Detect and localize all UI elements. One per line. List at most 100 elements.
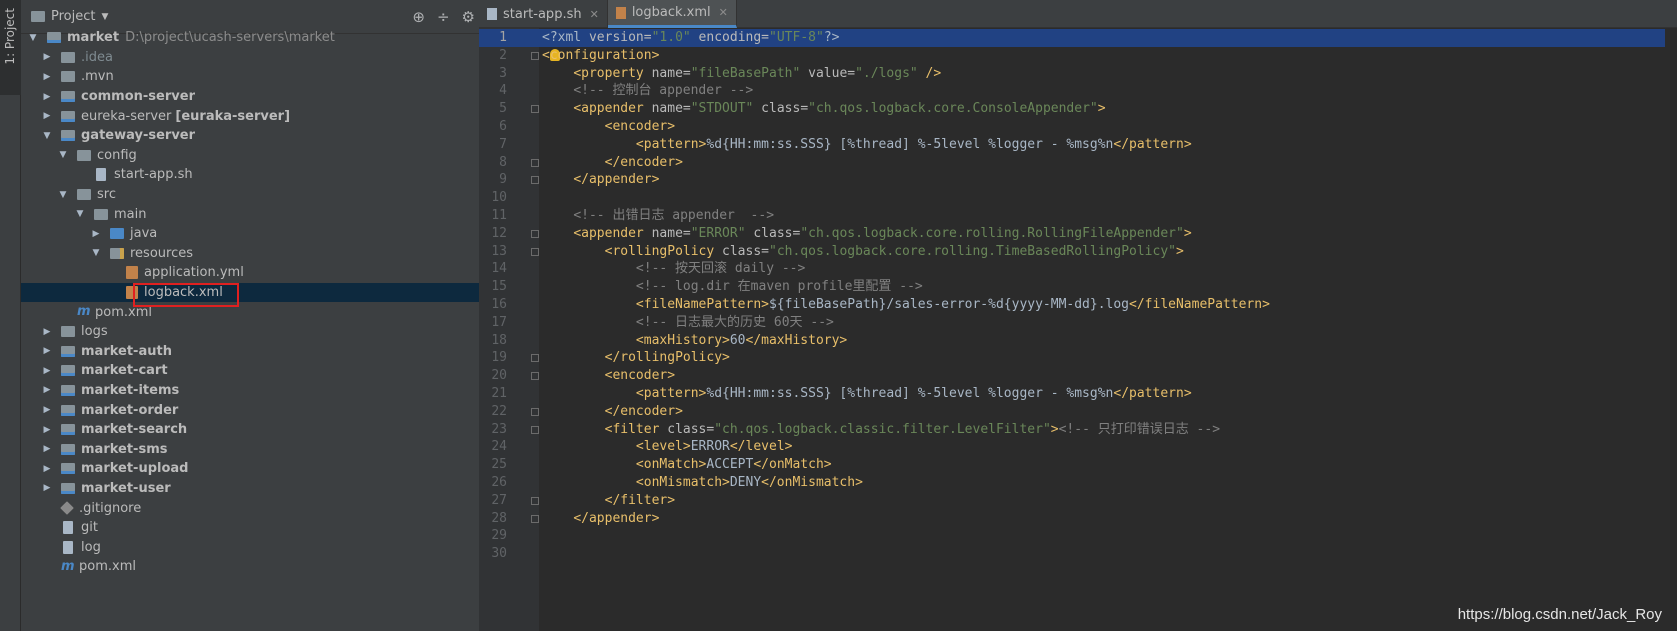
tree-item[interactable]: ▶ market-search (21, 420, 505, 440)
code-line[interactable]: 18 <maxHistory>60</maxHistory> (479, 332, 1677, 350)
collapse-arrow-icon[interactable]: ▶ (41, 483, 53, 493)
code-line[interactable]: 21 <pattern>%d{HH:mm:ss.SSS} [%thread] %… (479, 385, 1677, 403)
code-line[interactable]: 6 <encoder> (479, 118, 1677, 136)
tree-item[interactable]: ▶ market-auth (21, 342, 505, 362)
code-line[interactable]: 14 <!-- 按天回滚 daily --> (479, 260, 1677, 278)
editor-tab[interactable]: logback.xml ✕ (607, 0, 737, 28)
fold-marker-icon[interactable] (531, 176, 539, 185)
fold-marker-icon[interactable] (531, 407, 539, 416)
collapse-arrow-icon[interactable]: ▶ (41, 92, 53, 102)
tree-item[interactable]: log (21, 537, 505, 557)
close-icon[interactable]: ✕ (590, 8, 599, 21)
code-line[interactable]: 23 <filter class="ch.qos.logback.classic… (479, 421, 1677, 439)
project-tool-tab[interactable]: 1: Project (0, 0, 21, 95)
code-line[interactable]: 26 <onMismatch>DENY</onMismatch> (479, 474, 1677, 492)
code-line[interactable]: 30 (479, 545, 1677, 563)
code-line[interactable]: 11 <!-- 出错日志 appender --> (479, 207, 1677, 225)
tree-item[interactable]: ▶ market-user (21, 479, 505, 499)
tree-item[interactable]: .gitignore (21, 498, 505, 518)
collapse-arrow-icon[interactable]: ▶ (41, 444, 53, 454)
collapse-arrow-icon[interactable]: ▶ (41, 327, 53, 337)
fold-marker-icon[interactable] (531, 372, 539, 381)
tree-item[interactable]: ▼ resources (21, 244, 505, 264)
fold-marker-icon[interactable] (531, 229, 539, 238)
code-line[interactable]: 13 <rollingPolicy class="ch.qos.logback.… (479, 243, 1677, 261)
code-line[interactable]: 12 <appender name="ERROR" class="ch.qos.… (479, 225, 1677, 243)
fold-marker-icon[interactable] (531, 247, 539, 256)
collapse-arrow-icon[interactable]: ▶ (90, 229, 102, 239)
collapse-arrow-icon[interactable]: ▶ (41, 346, 53, 356)
project-view-selector[interactable]: Project (51, 9, 95, 24)
locate-icon[interactable]: ⊕ (412, 8, 425, 26)
chevron-down-icon[interactable]: ▼ (101, 12, 108, 22)
tree-item[interactable]: ▼ gateway-server (21, 126, 505, 146)
tree-item[interactable]: ▶ java (21, 224, 505, 244)
collapse-arrow-icon[interactable]: ▶ (41, 72, 53, 82)
editor-scrollbar[interactable] (1665, 28, 1677, 631)
tree-item[interactable]: ▶ eureka-server [euraka-server] (21, 106, 505, 126)
code-line[interactable]: 1 <?xml version="1.0" encoding="UTF-8"?> (479, 29, 1677, 47)
tree-item[interactable]: m pom.xml (21, 302, 505, 322)
fold-marker-icon[interactable] (531, 354, 539, 363)
tree-item[interactable]: ▶ common-server (21, 87, 505, 107)
fold-marker-icon[interactable] (531, 496, 539, 505)
tree-item[interactable]: ▼ main (21, 204, 505, 224)
fold-marker-icon[interactable] (531, 105, 539, 114)
fold-marker-icon[interactable] (531, 514, 539, 523)
tree-item[interactable]: ▶ market-order (21, 400, 505, 420)
code-view[interactable]: 1 <?xml version="1.0" encoding="UTF-8"?> 2… (479, 29, 1677, 563)
collapse-arrow-icon[interactable]: ▶ (41, 405, 53, 415)
editor-tab[interactable]: start-app.sh ✕ (479, 0, 608, 28)
collapse-arrow-icon[interactable]: ▶ (41, 111, 53, 121)
code-line[interactable]: 10 (479, 189, 1677, 207)
code-line[interactable]: 15 <!-- log.dir 在maven profile里配置 --> (479, 278, 1677, 296)
collapse-arrow-icon[interactable]: ▶ (41, 366, 53, 376)
code-line[interactable]: 28 </appender> (479, 510, 1677, 528)
collapse-arrow-icon[interactable]: ▶ (41, 385, 53, 395)
tree-item[interactable]: ▶ market-cart (21, 361, 505, 381)
tree-item[interactable]: git (21, 518, 505, 538)
code-line[interactable]: 27 </filter> (479, 492, 1677, 510)
tree-item[interactable]: m pom.xml (21, 557, 505, 577)
gear-icon[interactable]: ⚙ (462, 8, 475, 26)
code-line[interactable]: 25 <onMatch>ACCEPT</onMatch> (479, 456, 1677, 474)
code-line[interactable]: 7 <pattern>%d{HH:mm:ss.SSS} [%thread] %-… (479, 136, 1677, 154)
code-line[interactable]: 20 <encoder> (479, 367, 1677, 385)
expand-arrow-icon[interactable]: ▼ (74, 209, 86, 219)
code-line[interactable]: 16 <fileNamePattern>${fileBasePath}/sale… (479, 296, 1677, 314)
tree-item[interactable]: ▼ config (21, 146, 505, 166)
code-line[interactable]: 24 <level>ERROR</level> (479, 438, 1677, 456)
tree-item[interactable]: ▶ .idea (21, 48, 505, 68)
expand-arrow-icon[interactable]: ▼ (57, 190, 69, 200)
code-line[interactable]: 5 <appender name="STDOUT" class="ch.qos.… (479, 100, 1677, 118)
close-icon[interactable]: ✕ (719, 6, 728, 19)
collapse-arrow-icon[interactable]: ▶ (41, 464, 53, 474)
tree-item[interactable]: ▶ market-sms (21, 439, 505, 459)
tree-item[interactable]: application.yml (21, 263, 505, 283)
fold-marker-icon[interactable] (531, 51, 539, 60)
code-line[interactable]: 29 (479, 527, 1677, 545)
collapse-arrow-icon[interactable]: ▶ (41, 52, 53, 62)
tree-item[interactable]: ▼ market D:\project\ucash-servers\market (21, 28, 505, 48)
code-line[interactable]: 9 </appender> (479, 171, 1677, 189)
tree-item[interactable]: ▶ market-items (21, 381, 505, 401)
expand-arrow-icon[interactable]: ▼ (27, 33, 39, 43)
code-line[interactable]: 8 </encoder> (479, 154, 1677, 172)
code-line[interactable]: 3 <property name="fileBasePath" value=".… (479, 65, 1677, 83)
code-line[interactable]: 2 <configuration> (479, 47, 1677, 65)
expand-arrow-icon[interactable]: ▼ (57, 150, 69, 160)
collapse-all-icon[interactable]: ÷ (437, 8, 450, 26)
code-line[interactable]: 19 </rollingPolicy> (479, 349, 1677, 367)
tree-item[interactable]: ▶ market-upload (21, 459, 505, 479)
fold-marker-icon[interactable] (531, 158, 539, 167)
tree-item[interactable]: ▶ logs (21, 322, 505, 342)
tree-item[interactable]: start-app.sh (21, 165, 505, 185)
code-line[interactable]: 17 <!-- 日志最大的历史 60天 --> (479, 314, 1677, 332)
collapse-arrow-icon[interactable]: ▶ (41, 425, 53, 435)
tree-item[interactable]: ▶ .mvn (21, 67, 505, 87)
tree-item[interactable]: logback.xml (21, 282, 505, 303)
code-line[interactable]: 22 </encoder> (479, 403, 1677, 421)
fold-marker-icon[interactable] (531, 425, 539, 434)
tree-item[interactable]: ▼ src (21, 185, 505, 205)
expand-arrow-icon[interactable]: ▼ (90, 248, 102, 258)
